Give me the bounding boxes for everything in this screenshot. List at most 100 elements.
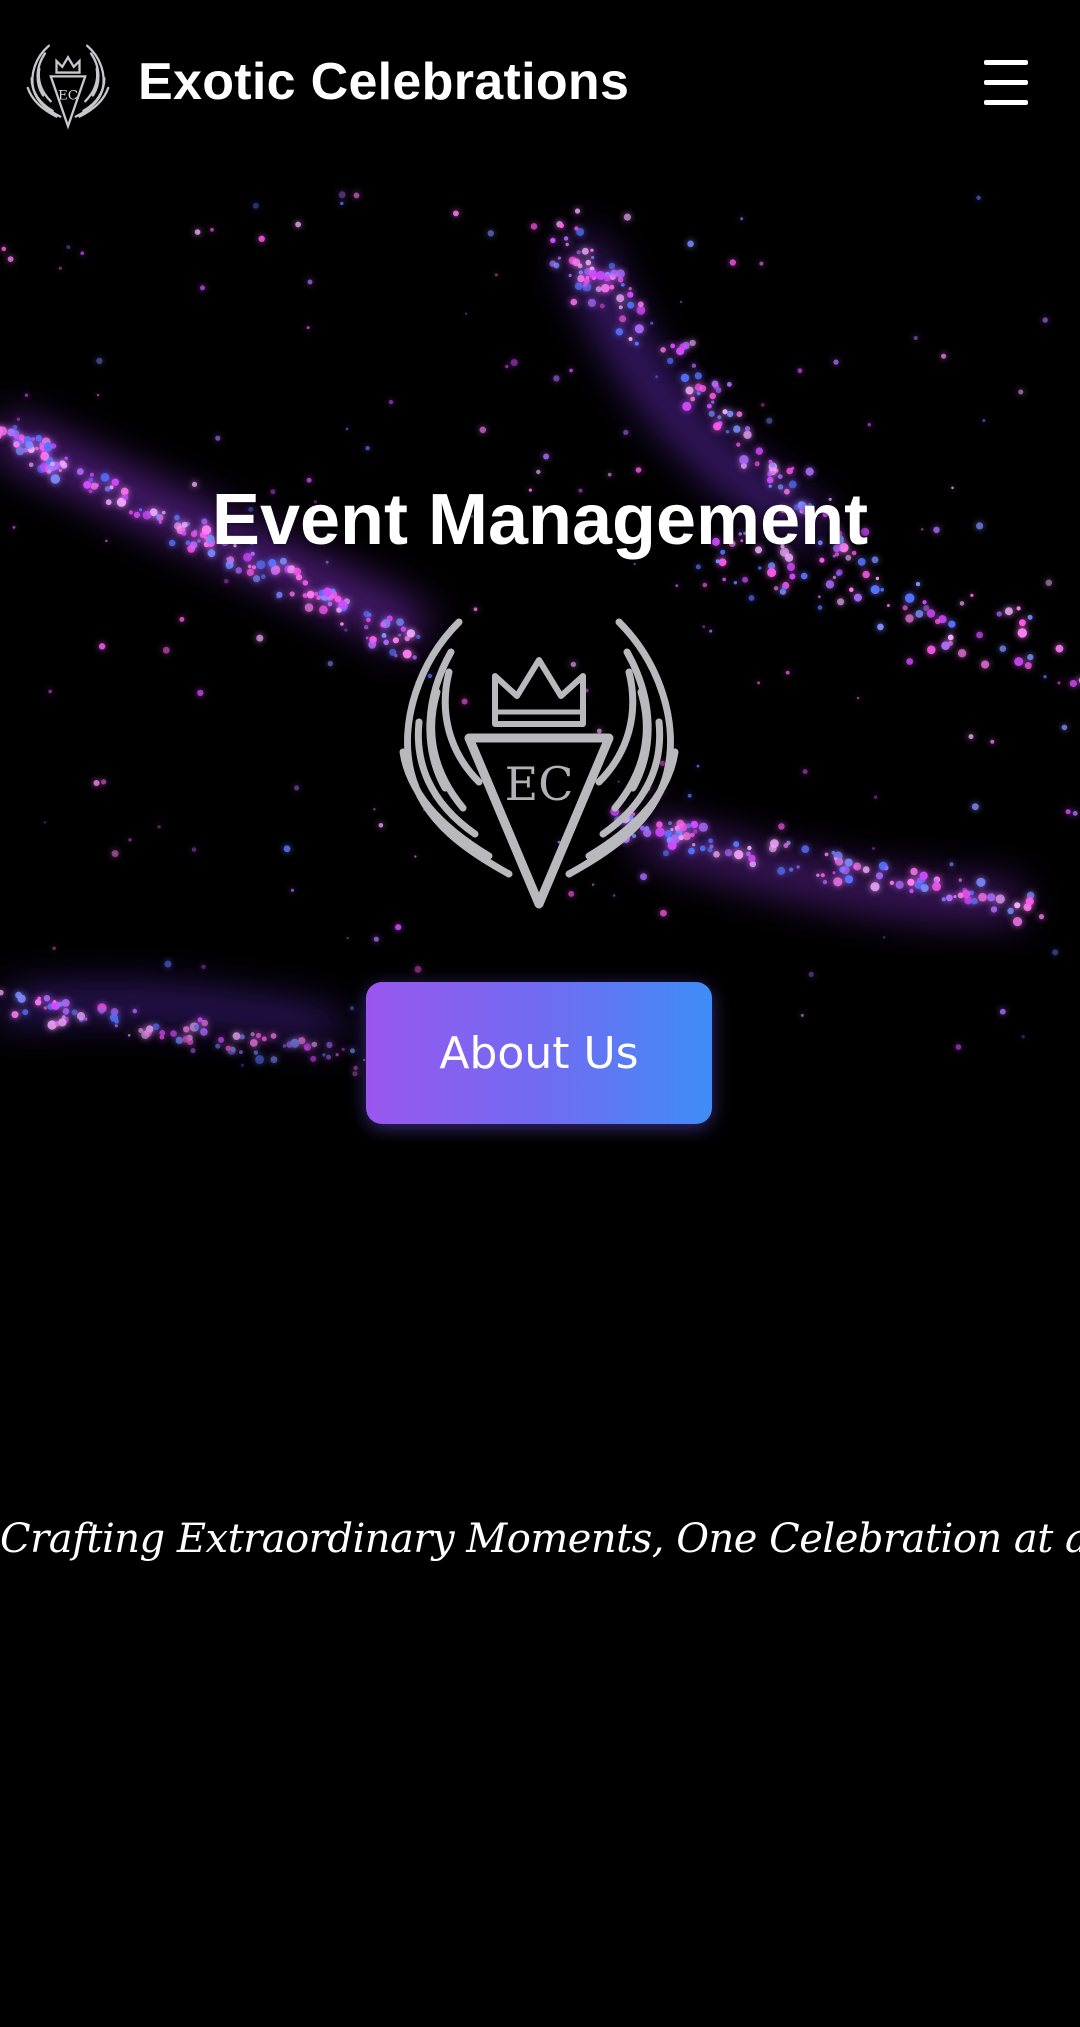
sparkle-dot bbox=[553, 375, 560, 382]
sparkle-dot bbox=[346, 937, 349, 940]
sparkle-dot bbox=[340, 201, 344, 206]
sparkle-dot bbox=[709, 844, 714, 849]
sparkle-dot bbox=[713, 422, 722, 431]
sparkle-dot bbox=[52, 946, 56, 951]
sparkle-dot bbox=[627, 291, 634, 298]
sparkle-dot bbox=[722, 577, 726, 582]
sparkle-dot bbox=[789, 867, 794, 872]
sparkle-dot bbox=[373, 808, 376, 811]
sparkle-dot bbox=[801, 845, 810, 853]
sparkle-dot bbox=[256, 634, 264, 642]
sparkle-dot bbox=[742, 576, 749, 583]
sparkle-dot bbox=[628, 287, 632, 291]
sparkle-dot bbox=[713, 851, 720, 858]
sparkle-dot bbox=[725, 429, 730, 434]
sparkle-dot bbox=[1016, 606, 1021, 611]
sparkle-dot bbox=[303, 581, 307, 585]
sparkle-dot bbox=[886, 604, 890, 607]
sparkle-dot bbox=[0, 989, 4, 996]
sparkle-dot bbox=[128, 838, 132, 842]
sparkle-dot bbox=[24, 393, 29, 397]
sparkle-dot bbox=[699, 845, 706, 852]
sparkle-dot bbox=[862, 570, 870, 579]
sparkle-dot bbox=[338, 600, 348, 610]
sparkle-dot bbox=[349, 1006, 355, 1011]
tagline: Crafting Extraordinary Moments, One Cele… bbox=[0, 1516, 1080, 1562]
sparkle-dot bbox=[717, 415, 722, 420]
sparkle-dot bbox=[837, 598, 845, 606]
sparkle-dot bbox=[766, 417, 773, 424]
sparkle-dot bbox=[623, 429, 629, 435]
sparkle-dot bbox=[957, 649, 967, 658]
sparkle-dot bbox=[853, 593, 862, 602]
site-header: EC Exotic Celebrations bbox=[0, 0, 1080, 132]
sparkle-dot bbox=[101, 779, 107, 785]
sparkle-dot bbox=[1014, 902, 1021, 909]
sparkle-dot bbox=[905, 614, 914, 623]
sparkle-dot bbox=[35, 435, 42, 442]
sparkle-dot bbox=[680, 373, 690, 383]
sparkle-dot bbox=[915, 581, 921, 587]
sparkle-dot bbox=[252, 575, 261, 583]
sparkle-dot bbox=[48, 689, 52, 694]
sparkle-dot bbox=[862, 866, 870, 874]
sparkle-dot bbox=[340, 622, 344, 626]
sparkle-dot bbox=[164, 960, 172, 968]
sparkle-dot bbox=[655, 375, 658, 378]
sparkle-dot bbox=[616, 294, 625, 303]
sparkle-dot bbox=[487, 230, 494, 237]
sparkle-dot bbox=[679, 343, 687, 351]
hero-title: Event Management bbox=[211, 480, 869, 560]
sparkle-dot bbox=[724, 849, 733, 857]
sparkle-dot bbox=[910, 867, 918, 876]
sparkle-dot bbox=[16, 417, 21, 421]
sparkle-dot bbox=[577, 263, 583, 269]
brand-name[interactable]: Exotic Celebrations bbox=[138, 48, 629, 116]
sparkle-dot bbox=[585, 259, 592, 266]
sparkle-dot bbox=[302, 593, 308, 598]
sparkle-dot bbox=[946, 894, 953, 902]
sparkle-dot bbox=[796, 865, 800, 869]
sparkle-dot bbox=[849, 587, 854, 592]
page: EC Exotic Celebrations Event Management … bbox=[0, 0, 1080, 2027]
about-us-button[interactable]: About Us bbox=[366, 982, 712, 1124]
sparkle-dot bbox=[778, 823, 785, 830]
sparkle-dot bbox=[98, 643, 106, 650]
sparkle-dot bbox=[66, 245, 71, 249]
sparkle-dot bbox=[667, 357, 674, 364]
sparkle-dot bbox=[603, 275, 611, 282]
sparkle-dot bbox=[976, 631, 983, 639]
sparkle-dot bbox=[817, 595, 821, 599]
sparkle-dot bbox=[261, 574, 266, 579]
sparkle-dot bbox=[709, 392, 716, 400]
sparkle-dot bbox=[987, 893, 996, 902]
sparkle-dot bbox=[708, 410, 715, 417]
sparkle-dot bbox=[816, 873, 820, 877]
sparkle-dot bbox=[559, 223, 564, 229]
menu-bar-bottom bbox=[984, 100, 1028, 105]
sparkle-dot bbox=[841, 865, 850, 875]
sparkle-dot bbox=[634, 341, 639, 346]
sparkle-dot bbox=[283, 845, 291, 853]
sparkle-dot bbox=[574, 282, 583, 290]
sparkle-dot bbox=[698, 822, 709, 832]
sparkle-dot bbox=[201, 964, 206, 969]
sparkle-dot bbox=[690, 396, 696, 402]
sparkle-dot bbox=[675, 584, 679, 587]
sparkle-dot bbox=[64, 456, 68, 460]
sparkle-dot bbox=[569, 368, 573, 373]
sparkle-dot bbox=[96, 393, 100, 397]
sparkle-dot bbox=[693, 829, 698, 834]
sparkle-dot bbox=[25, 441, 34, 450]
sparkle-dot bbox=[844, 875, 854, 884]
sparkle-dot bbox=[191, 847, 197, 852]
sparkle-dot bbox=[802, 769, 808, 775]
hamburger-menu-button[interactable] bbox=[976, 56, 1036, 110]
brand-logo-icon[interactable]: EC bbox=[20, 40, 116, 130]
sparkle-dot bbox=[7, 256, 14, 262]
sparkle-dot bbox=[295, 221, 301, 228]
sparkle-dot bbox=[327, 660, 333, 667]
sparkle-dot bbox=[748, 595, 755, 601]
sparkle-dot bbox=[464, 312, 468, 315]
sparkle-dot bbox=[1012, 917, 1023, 927]
